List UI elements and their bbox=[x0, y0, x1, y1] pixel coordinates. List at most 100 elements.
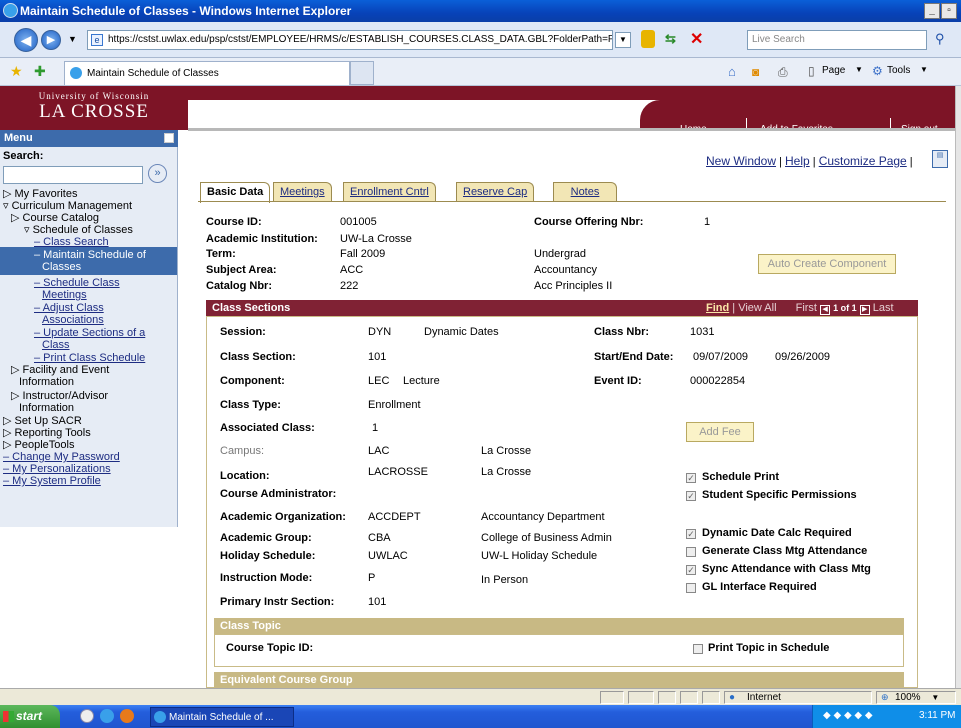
sidebar-item-label: – Update Sections of a bbox=[34, 327, 146, 339]
sidebar-item-label: – Schedule Class bbox=[34, 277, 120, 289]
sidebar-item-curriculum-management[interactable]: ▿ Curriculum Management bbox=[3, 200, 132, 212]
sidebar-item-course-catalog[interactable]: ▷ Course Catalog bbox=[11, 212, 99, 224]
tab-basic-data[interactable]: Basic Data bbox=[200, 182, 271, 203]
lock-icon[interactable] bbox=[641, 30, 655, 48]
system-tray: ◆ ◆ ◆ ◆ ◆ 3:11 PM bbox=[812, 705, 961, 728]
sidebar-item-maintain-schedule[interactable]: – Maintain Schedule of Classes bbox=[0, 247, 177, 275]
search-go-icon[interactable]: » bbox=[148, 164, 167, 183]
minimize-menu-icon[interactable] bbox=[164, 133, 174, 143]
tab-reserve-cap[interactable]: Reserve Cap bbox=[456, 182, 535, 202]
gl-interface-checkbox[interactable] bbox=[686, 583, 696, 593]
forward-arrow-icon[interactable]: ▶ bbox=[41, 30, 61, 50]
dynamic-date-calc-checkbox[interactable]: ✓ bbox=[686, 529, 696, 539]
tab-notes[interactable]: Notes bbox=[553, 182, 617, 202]
live-search-input[interactable]: Live Search bbox=[747, 30, 927, 50]
customize-page-link[interactable]: Customize Page bbox=[819, 154, 907, 168]
sidebar-item-my-personalizations[interactable]: – My Personalizations bbox=[3, 463, 111, 475]
student-specific-permissions-checkbox[interactable]: ✓ bbox=[686, 491, 696, 501]
last-link[interactable]: Last bbox=[873, 302, 894, 314]
add-fee-button[interactable]: Add Fee bbox=[686, 422, 754, 442]
recent-pages-dropdown-icon[interactable]: ▼ bbox=[68, 34, 77, 44]
show-desktop-icon[interactable] bbox=[80, 709, 94, 723]
sidebar-item-reporting-tools[interactable]: ▷ Reporting Tools bbox=[3, 427, 91, 439]
class-section-label: Class Section: bbox=[220, 351, 296, 363]
start-button[interactable]: start bbox=[0, 705, 60, 728]
sidebar-item-label: ▷ Instructor/Advisor bbox=[11, 390, 109, 402]
class-nbr-label: Class Nbr: bbox=[594, 326, 650, 338]
sidebar-item-adjust-class-associations[interactable]: – Adjust Class Associations bbox=[34, 302, 104, 326]
tools-menu[interactable]: Tools bbox=[887, 65, 910, 76]
tray-icons[interactable]: ◆ ◆ ◆ ◆ ◆ bbox=[823, 710, 873, 721]
prev-arrow-icon[interactable]: ◀ bbox=[820, 305, 831, 315]
instruction-mode-value: P bbox=[368, 572, 376, 584]
print-topic-checkbox[interactable] bbox=[693, 644, 703, 654]
address-input[interactable]: e https://cstst.uwlax.edu/psp/cstst/EMPL… bbox=[87, 30, 613, 50]
quicklaunch-ie-icon[interactable] bbox=[100, 709, 114, 723]
sidebar-item-set-up-sacr[interactable]: ▷ Set Up SACR bbox=[3, 415, 82, 427]
catalog-nbr-value: 222 bbox=[340, 280, 359, 292]
zoom-level[interactable]: ⊕ 100% ▼ bbox=[876, 691, 956, 704]
schedule-print-checkbox[interactable]: ✓ bbox=[686, 473, 696, 483]
taskbar-ie-window[interactable]: Maintain Schedule of ... bbox=[150, 707, 294, 727]
sidebar-item-schedule-of-classes[interactable]: ▿ Schedule of Classes bbox=[24, 224, 133, 236]
status-cell bbox=[680, 691, 698, 704]
main-content: New Window | Help | Customize Page | ▤ B… bbox=[188, 130, 955, 688]
print-icon[interactable]: ⎙ bbox=[778, 65, 788, 80]
quicklaunch-firefox-icon[interactable] bbox=[120, 709, 134, 723]
sidebar-item-peopletools[interactable]: ▷ PeopleTools bbox=[3, 439, 74, 451]
stop-icon[interactable]: ✕ bbox=[690, 29, 703, 49]
sidebar-item-label: Associations bbox=[42, 314, 104, 326]
http-icon[interactable]: ▤ bbox=[932, 150, 948, 168]
view-all-link[interactable]: View All bbox=[738, 302, 776, 314]
sidebar-item-print-class-schedule[interactable]: – Print Class Schedule bbox=[34, 352, 145, 364]
menu-body: Search: » ▷ My Favorites ▿ Curriculum Ma… bbox=[0, 147, 178, 527]
tab-enrollment-cntrl[interactable]: Enrollment Cntrl bbox=[343, 182, 436, 202]
university-banner: University of Wisconsin LA CROSSE Home A… bbox=[0, 86, 955, 135]
catalog-desc: Acc Principles II bbox=[534, 280, 613, 292]
maximize-button[interactable]: ▫ bbox=[941, 3, 957, 19]
sidebar-item-facility-event[interactable]: ▷ Facility and Event Information bbox=[11, 364, 109, 388]
academic-group-desc: College of Business Admin bbox=[481, 532, 612, 544]
security-zone: ● Internet bbox=[724, 691, 872, 704]
help-link[interactable]: Help bbox=[785, 154, 810, 168]
generate-class-mtg-attendance-checkbox[interactable] bbox=[686, 547, 696, 557]
first-link[interactable]: First bbox=[796, 302, 817, 314]
sync-attendance-checkbox[interactable]: ✓ bbox=[686, 565, 696, 575]
favorites-star-icon[interactable]: ★ bbox=[10, 63, 23, 80]
status-cell bbox=[600, 691, 624, 704]
browser-tab[interactable]: Maintain Schedule of Classes bbox=[64, 61, 350, 85]
status-bar: ● Internet ⊕ 100% ▼ bbox=[0, 688, 961, 705]
banner-band bbox=[188, 86, 955, 100]
find-link[interactable]: Find bbox=[706, 302, 729, 314]
page-menu[interactable]: Page bbox=[822, 65, 845, 76]
minimize-button[interactable]: _ bbox=[924, 3, 940, 19]
sidebar-item-my-favorites[interactable]: ▷ My Favorites bbox=[3, 188, 77, 200]
tab-meetings[interactable]: Meetings bbox=[273, 182, 332, 202]
subject-area-label: Subject Area: bbox=[206, 264, 277, 276]
search-icon[interactable]: ⚲ bbox=[935, 31, 955, 49]
back-arrow-icon[interactable]: ◀ bbox=[14, 28, 38, 52]
new-window-link[interactable]: New Window bbox=[706, 154, 776, 168]
student-specific-permissions-label: Student Specific Permissions bbox=[702, 489, 857, 501]
add-favorites-icon[interactable]: ✚ bbox=[34, 63, 46, 80]
next-arrow-icon[interactable]: ▶ bbox=[859, 305, 870, 315]
campus-desc: La Crosse bbox=[481, 445, 532, 457]
windows-logo-icon bbox=[3, 711, 14, 722]
refresh-icon[interactable]: ⇆ bbox=[665, 31, 683, 49]
sidebar-item-instructor-advisor[interactable]: ▷ Instructor/Advisor Information bbox=[11, 390, 108, 414]
home-icon[interactable]: ⌂ bbox=[728, 64, 736, 79]
auto-create-component-button[interactable]: Auto Create Component bbox=[758, 254, 896, 274]
vertical-scrollbar[interactable] bbox=[955, 86, 961, 688]
menu-search-input[interactable] bbox=[3, 166, 143, 184]
banner-links-band: Home Add to Favorites Sign out bbox=[640, 100, 955, 135]
primary-instr-section-label: Primary Instr Section: bbox=[220, 596, 335, 608]
menu-header: Menu bbox=[0, 130, 178, 147]
sidebar-item-my-system-profile[interactable]: – My System Profile bbox=[3, 475, 101, 487]
academic-group-label: Academic Group: bbox=[220, 532, 312, 544]
sidebar-item-change-password[interactable]: – Change My Password bbox=[3, 451, 120, 463]
address-dropdown-icon[interactable]: ▼ bbox=[615, 32, 631, 48]
sidebar-item-schedule-class-meetings[interactable]: – Schedule Class Meetings bbox=[34, 277, 120, 301]
feeds-icon[interactable]: ◙ bbox=[752, 65, 759, 79]
sidebar-item-update-sections[interactable]: – Update Sections of a Class bbox=[34, 327, 145, 351]
new-tab-button[interactable] bbox=[350, 61, 374, 85]
